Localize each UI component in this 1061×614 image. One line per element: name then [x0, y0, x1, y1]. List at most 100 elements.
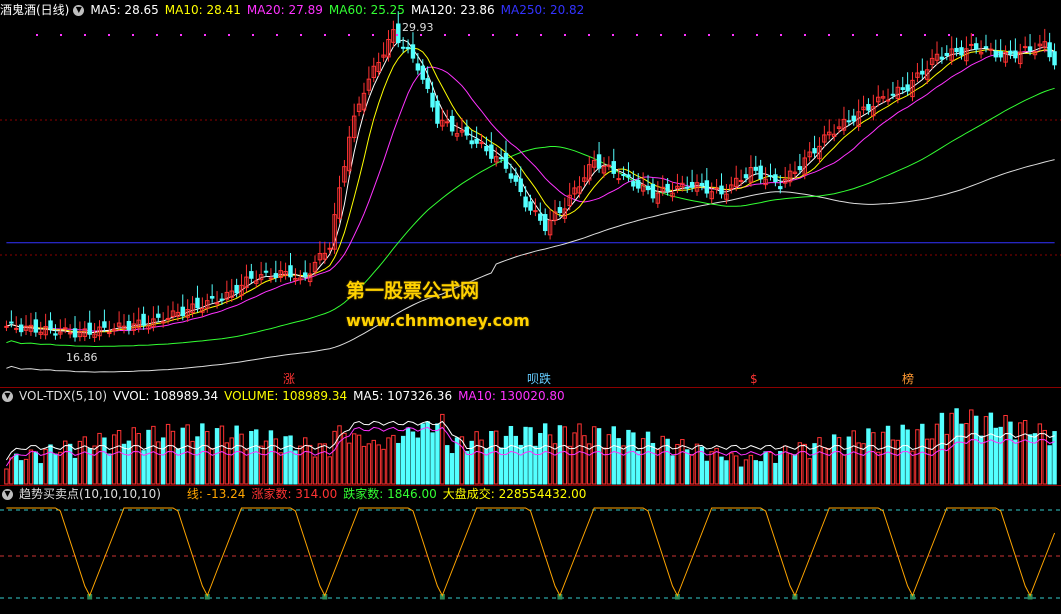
volume-bar: [910, 450, 915, 485]
volume-label-1: VOLUME: 108989.34: [224, 389, 348, 403]
volume-bar: [885, 425, 891, 485]
signal-dot: [828, 34, 830, 36]
volume-bar: [689, 454, 695, 485]
candle-body: [1022, 46, 1028, 49]
candle-body: [420, 65, 425, 80]
ma-label-4: MA120: 23.86: [410, 3, 495, 17]
volume-bar: [1018, 422, 1023, 485]
volume-bar: [640, 438, 646, 485]
candle-body: [944, 52, 950, 57]
volume-bar: [440, 413, 445, 485]
volume-bar: [97, 432, 102, 485]
volume-bar: [1013, 439, 1018, 485]
volume-bar: [807, 458, 812, 485]
volume-bar: [474, 431, 479, 485]
volume-label-3: MA10: 130020.80: [458, 389, 565, 403]
candle-body: [474, 138, 479, 144]
volume-bar: [934, 423, 940, 485]
volume-bar: [239, 433, 244, 485]
volume-bar: [254, 429, 259, 485]
volume-bar: [366, 443, 372, 485]
low-price-label: 16.86: [66, 351, 98, 364]
volume-bar: [552, 443, 558, 485]
volume-bar: [18, 460, 24, 485]
volume-bar: [1022, 420, 1028, 485]
marker-3[interactable]: 榜: [902, 372, 914, 386]
chevron-down-icon[interactable]: ▼: [2, 390, 13, 402]
chevron-down-icon[interactable]: ▼: [2, 488, 13, 500]
volume-bar: [9, 457, 14, 485]
volume-bar: [596, 428, 602, 485]
volume-bar: [376, 444, 381, 485]
volume-bar: [307, 444, 313, 485]
volume-bar: [920, 423, 925, 485]
volume-bar: [283, 436, 288, 485]
stock-name: 酒鬼酒(日线): [0, 3, 70, 17]
indicator-label-3: 大盘成交: 228554432.00: [442, 487, 587, 501]
candle-body: [72, 328, 78, 338]
candle-body: [87, 322, 92, 335]
indicator-label-0: 线: -13.24: [186, 487, 246, 501]
candle-body: [489, 144, 494, 159]
candle-body: [484, 145, 489, 152]
candle-body: [797, 166, 803, 171]
volume-bar: [160, 437, 166, 485]
volume-label-0: VVOL: 108989.34: [113, 389, 219, 403]
candle-body: [107, 332, 112, 335]
volume-pane[interactable]: ▼ VOL-TDX(5,10) VVOL: 108989.34 VOLUME: 1…: [0, 388, 1061, 486]
signal-dot: [636, 34, 638, 36]
signal-dot: [660, 34, 662, 36]
marker-1[interactable]: 呗跌: [527, 372, 551, 386]
candle-body: [704, 180, 710, 194]
volume-bar: [523, 426, 528, 485]
indicator-pane[interactable]: ▼ 趋势买卖点(10,10,10,10) 线: -13.24 涨家数: 314.0…: [0, 486, 1061, 614]
volume-bar: [518, 444, 523, 485]
marker-2[interactable]: $: [750, 372, 758, 386]
volume-bar: [792, 454, 798, 485]
volume-bar: [577, 423, 582, 485]
indicator-label-1: 涨家数: 314.00: [251, 487, 338, 501]
volume-bar: [351, 433, 357, 485]
volume-values: VVOL: 108989.34 VOLUME: 108989.34 MA5: 107…: [113, 388, 571, 404]
volume-bar: [298, 445, 303, 485]
candle-body: [650, 183, 656, 199]
signal-dot: [228, 34, 230, 36]
volume-bar: [28, 449, 34, 485]
price-pane[interactable]: 酒鬼酒(日线) ▼ MA5: 28.65 MA10: 28.41 MA20: 27.…: [0, 0, 1061, 388]
trend-line: [6, 507, 1056, 597]
candle-body: [533, 210, 538, 213]
volume-bar: [126, 440, 132, 485]
candle-body: [302, 272, 308, 277]
volume-bar: [435, 423, 440, 485]
volume-bar: [430, 432, 435, 485]
volume-bar: [724, 460, 729, 485]
volume-bar: [611, 426, 616, 485]
candle-body: [405, 46, 411, 50]
volume-bar: [876, 451, 881, 485]
candle-body: [719, 185, 724, 195]
volume-bar: [768, 451, 773, 485]
signal-dot: [348, 34, 350, 36]
volume-bar: [371, 439, 376, 485]
chevron-down-icon[interactable]: ▼: [73, 4, 85, 16]
candle-body: [503, 152, 509, 169]
signal-dot: [852, 34, 854, 36]
volume-bar: [131, 427, 137, 485]
volume-bar: [185, 424, 190, 485]
volume-bar: [856, 442, 861, 485]
candle-body: [616, 178, 621, 181]
volume-bar: [817, 437, 822, 485]
signal-dot: [36, 34, 38, 36]
volume-bar: [4, 468, 9, 485]
indicator-chart: [0, 507, 1061, 600]
candle-body: [993, 50, 998, 58]
volume-bar: [954, 408, 959, 485]
volume-bar: [317, 443, 323, 485]
marker-0[interactable]: 涨: [283, 372, 295, 386]
watermark-url: www.chnmoney.com: [346, 311, 530, 330]
volume-bar: [797, 442, 803, 485]
volume-bar: [685, 449, 690, 485]
volume-bar: [342, 432, 347, 485]
volume-bar: [312, 456, 318, 485]
volume-bar: [939, 412, 945, 485]
